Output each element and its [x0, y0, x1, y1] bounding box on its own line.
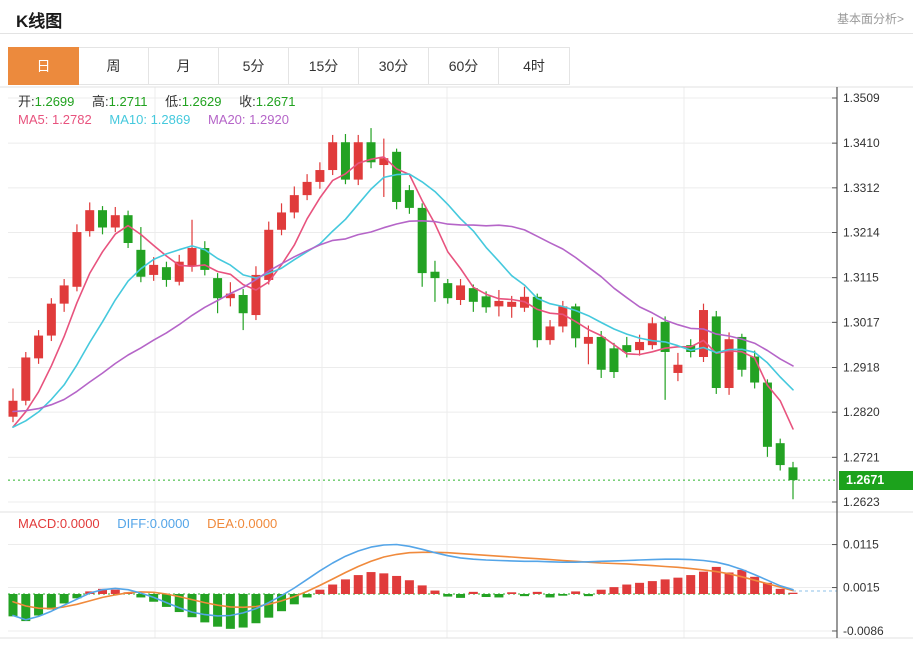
ma20-value: 1.2920 [249, 112, 289, 127]
fundamental-analysis-link[interactable]: 基本面分析> [837, 10, 904, 27]
ma20-label: MA20: [208, 112, 246, 127]
low-value: 1.2629 [182, 94, 222, 109]
svg-text:-0.0086: -0.0086 [843, 624, 884, 638]
tab-5min[interactable]: 5分 [219, 48, 289, 84]
dea-value: DEA:0.0000 [207, 516, 277, 531]
tab-15min[interactable]: 15分 [289, 48, 359, 84]
svg-text:1.2721: 1.2721 [843, 450, 880, 464]
svg-text:1.2820: 1.2820 [843, 405, 880, 419]
macd-value: MACD:0.0000 [18, 516, 100, 531]
svg-text:0.0115: 0.0115 [843, 538, 879, 552]
svg-text:1.2918: 1.2918 [843, 360, 880, 374]
low-label: 低: [165, 94, 182, 109]
svg-text:1.3410: 1.3410 [843, 136, 880, 150]
svg-text:1.3017: 1.3017 [843, 315, 880, 329]
svg-text:1.3214: 1.3214 [843, 226, 880, 240]
tab-day[interactable]: 日 [8, 47, 79, 85]
header-divider [0, 33, 913, 34]
tab-week[interactable]: 周 [79, 48, 149, 84]
tab-4hour[interactable]: 4时 [499, 48, 569, 84]
ohlc-readout: 开:1.2699 高:1.2711 低:1.2629 收:1.2671 [18, 91, 309, 110]
ma5-label: MA5: [18, 112, 48, 127]
svg-text:1.3509: 1.3509 [843, 91, 880, 105]
ma-readout: MA5: 1.2782 MA10: 1.2869 MA20: 1.2920 [18, 112, 303, 127]
kline-widget: 1.3509 1.3410 1.3312 1.3214 1.3115 1.3017 1.29… [0, 0, 913, 646]
page-title: K线图 [16, 7, 62, 32]
high-label: 高: [92, 94, 109, 109]
ma10-label: MA10: [109, 112, 147, 127]
close-label: 收: [239, 94, 256, 109]
svg-text:1.2623: 1.2623 [843, 495, 880, 509]
tab-60min[interactable]: 60分 [429, 48, 499, 84]
ma5-value: 1.2782 [52, 112, 92, 127]
svg-text:1.3312: 1.3312 [843, 181, 880, 195]
tab-30min[interactable]: 30分 [359, 48, 429, 84]
ma10-value: 1.2869 [151, 112, 191, 127]
interval-tabbar: 日 周 月 5分 15分 30分 60分 4时 [8, 47, 570, 85]
open-value: 1.2699 [35, 94, 75, 109]
close-value: 1.2671 [256, 94, 296, 109]
current-price-badge: 1.2671 [839, 471, 913, 490]
high-value: 1.2711 [109, 94, 148, 109]
open-label: 开: [18, 94, 35, 109]
svg-text:0.0015: 0.0015 [843, 581, 880, 595]
macd-readout: MACD:0.0000 DIFF:0.0000 DEA:0.0000 [18, 516, 291, 531]
diff-value: DIFF:0.0000 [117, 516, 189, 531]
tab-month[interactable]: 月 [149, 48, 219, 84]
svg-text:1.3115: 1.3115 [843, 271, 879, 285]
